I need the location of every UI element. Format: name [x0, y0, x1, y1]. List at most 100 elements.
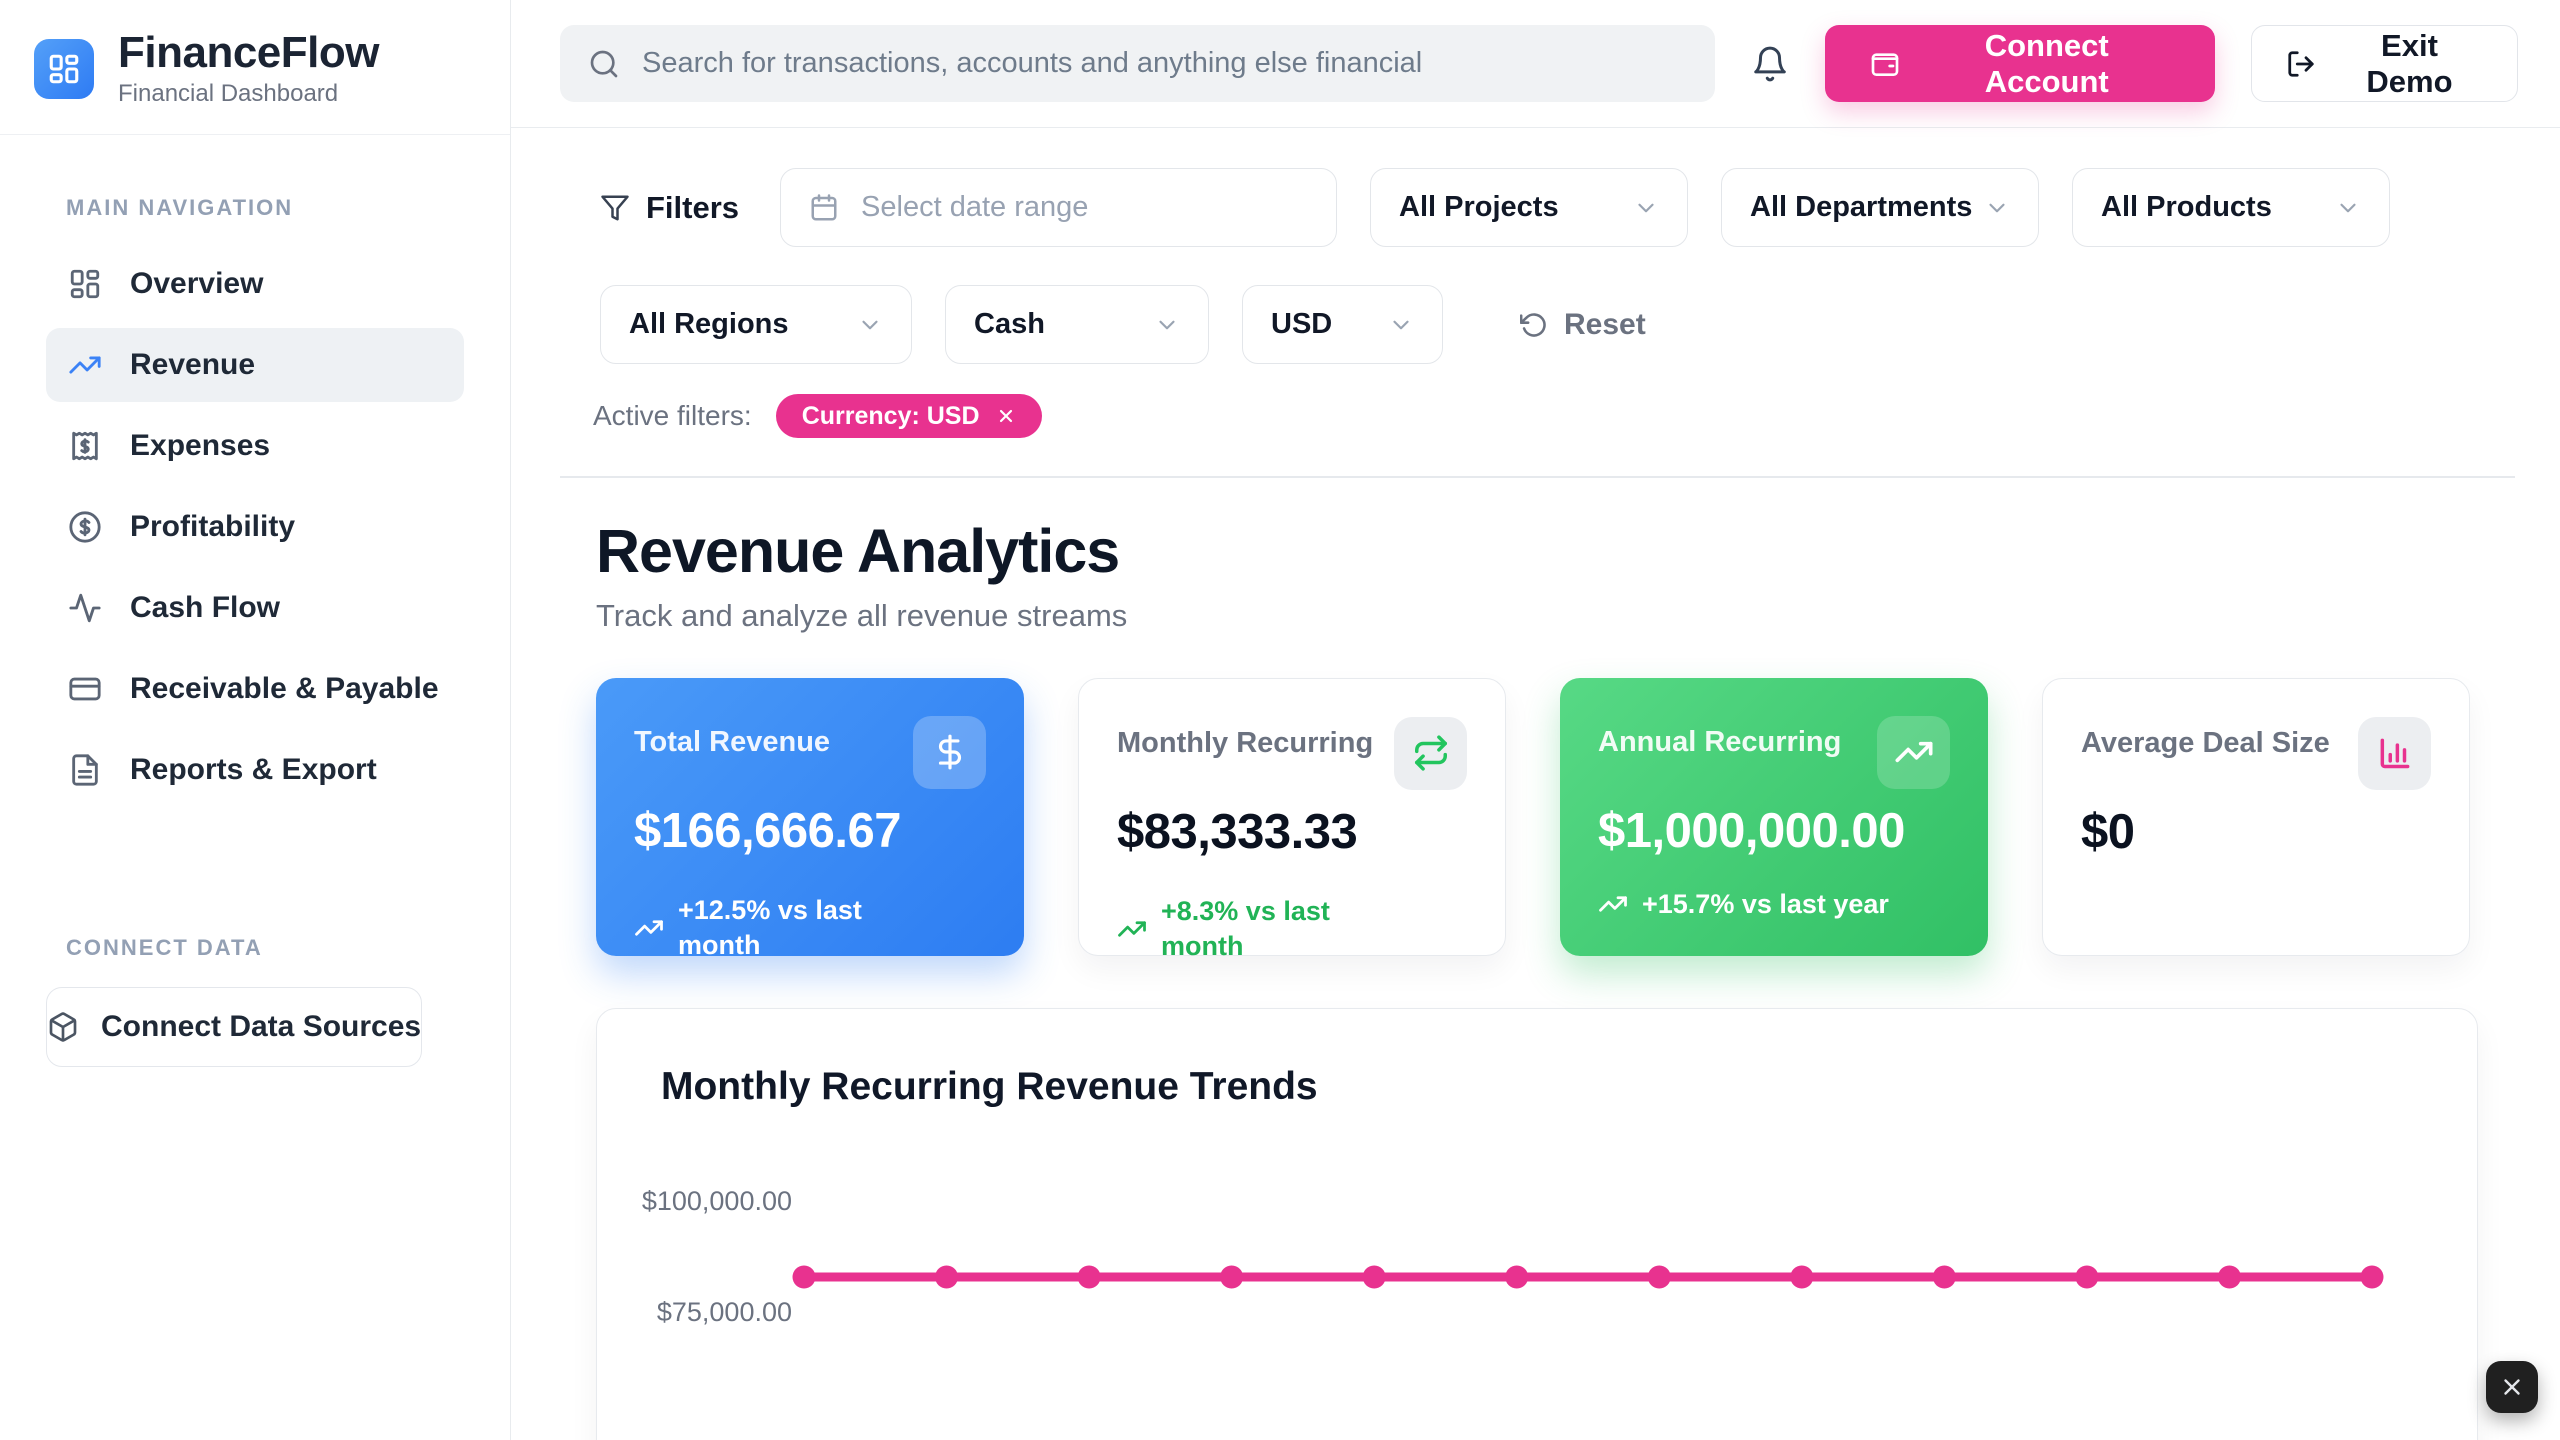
- kpi-value: $0: [2081, 804, 2431, 860]
- filters-title-label: Filters: [646, 190, 739, 226]
- currency-dropdown-value: USD: [1271, 308, 1332, 341]
- kpi-value: $1,000,000.00: [1598, 803, 1950, 859]
- date-range-placeholder: Select date range: [861, 191, 1088, 224]
- receipt-icon: [68, 429, 102, 463]
- main-navigation: MAIN NAVIGATION Overview Revenue Expense…: [0, 135, 510, 1067]
- mrr-line-chart: [597, 1009, 2479, 1440]
- repeat-icon: [1394, 717, 1467, 790]
- products-dropdown-value: All Products: [2101, 191, 2272, 224]
- trending-up-icon: [1877, 716, 1950, 789]
- kpi-delta: +12.5% vs last month: [634, 893, 986, 963]
- connect-account-button[interactable]: Connect Account: [1825, 25, 2215, 102]
- brand: FinanceFlow Financial Dashboard: [0, 0, 510, 135]
- sidebar: FinanceFlow Financial Dashboard MAIN NAV…: [0, 0, 511, 1440]
- rotate-ccw-icon: [1520, 311, 1548, 339]
- wallet-icon: [1869, 48, 1901, 80]
- page-subtitle: Track and analyze all revenue streams: [596, 598, 2515, 634]
- search-icon: [588, 48, 620, 80]
- brand-text: FinanceFlow Financial Dashboard: [118, 30, 379, 108]
- kpi-card-monthly-recurring: Monthly Recurring $83,333.33 +8.3% vs la…: [1078, 678, 1506, 956]
- trending-up-icon: [68, 348, 102, 382]
- kpi-label: Monthly Recurring: [1117, 717, 1373, 760]
- trending-up-icon: [1117, 914, 1147, 944]
- active-filter-chip-currency[interactable]: Currency: USD: [776, 394, 1042, 438]
- sidebar-item-label: Receivable & Payable: [130, 672, 439, 706]
- filters-row-2: All Regions Cash USD Reset: [560, 285, 2515, 364]
- remove-filter-x-icon[interactable]: [996, 406, 1016, 426]
- close-overlay-button[interactable]: [2486, 1361, 2538, 1413]
- sidebar-item-label: Overview: [130, 267, 263, 301]
- activity-icon: [68, 591, 102, 625]
- page-title: Revenue Analytics: [596, 516, 2515, 586]
- mrr-trends-chart-card: Monthly Recurring Revenue Trends $100,00…: [596, 1008, 2478, 1440]
- chevron-down-icon: [1388, 312, 1414, 338]
- connect-account-label: Connect Account: [1923, 28, 2171, 100]
- payment-method-value: Cash: [974, 308, 1045, 341]
- calendar-icon: [809, 193, 839, 223]
- products-dropdown[interactable]: All Products: [2072, 168, 2390, 247]
- active-filters-row: Active filters: Currency: USD: [593, 394, 2515, 438]
- main-area: Connect Account Exit Demo Filters Select…: [511, 0, 2560, 1440]
- projects-dropdown-value: All Projects: [1399, 191, 1559, 224]
- filters-title: Filters: [600, 190, 739, 226]
- filter-funnel-icon: [600, 193, 630, 223]
- search-input[interactable]: [642, 47, 1687, 80]
- dollar-icon: [913, 716, 986, 789]
- exit-demo-label: Exit Demo: [2336, 28, 2483, 100]
- exit-demo-button[interactable]: Exit Demo: [2251, 25, 2518, 102]
- regions-dropdown[interactable]: All Regions: [600, 285, 912, 364]
- reset-filters-button[interactable]: Reset: [1520, 308, 1646, 342]
- kpi-value: $166,666.67: [634, 803, 986, 859]
- kpi-card-average-deal-size: Average Deal Size $0: [2042, 678, 2470, 956]
- sidebar-item-receivable-payable[interactable]: Receivable & Payable: [46, 652, 464, 726]
- sidebar-item-label: Expenses: [130, 429, 270, 463]
- circle-dollar-icon: [68, 510, 102, 544]
- trending-up-icon: [1598, 889, 1628, 919]
- chevron-down-icon: [857, 312, 883, 338]
- dashboard-icon: [68, 267, 102, 301]
- chevron-down-icon: [1984, 195, 2010, 221]
- bar-chart-icon: [2358, 717, 2431, 790]
- payment-method-dropdown[interactable]: Cash: [945, 285, 1209, 364]
- departments-dropdown[interactable]: All Departments: [1721, 168, 2039, 247]
- close-icon: [2499, 1374, 2525, 1400]
- page-heading: Revenue Analytics Track and analyze all …: [596, 516, 2515, 634]
- file-text-icon: [68, 753, 102, 787]
- connect-data-heading: CONNECT DATA: [66, 935, 464, 961]
- kpi-delta: +8.3% vs last month: [1117, 894, 1467, 964]
- active-filters-label: Active filters:: [593, 400, 752, 432]
- connect-data-sources-button[interactable]: Connect Data Sources: [46, 987, 422, 1067]
- search-bar[interactable]: [560, 25, 1715, 102]
- connect-data-section: CONNECT DATA Connect Data Sources: [46, 935, 464, 1067]
- kpi-label: Average Deal Size: [2081, 717, 2330, 760]
- brand-name: FinanceFlow: [118, 30, 379, 76]
- sidebar-item-profitability[interactable]: Profitability: [46, 490, 464, 564]
- kpi-value: $83,333.33: [1117, 804, 1467, 860]
- sidebar-item-cash-flow[interactable]: Cash Flow: [46, 571, 464, 645]
- notification-bell-icon[interactable]: [1751, 45, 1789, 83]
- sidebar-item-expenses[interactable]: Expenses: [46, 409, 464, 483]
- topbar: Connect Account Exit Demo: [511, 0, 2560, 128]
- kpi-label: Annual Recurring: [1598, 716, 1841, 759]
- sidebar-item-overview[interactable]: Overview: [46, 247, 464, 321]
- connect-data-sources-label: Connect Data Sources: [101, 1010, 421, 1044]
- currency-dropdown[interactable]: USD: [1242, 285, 1443, 364]
- trending-up-icon: [634, 913, 664, 943]
- kpi-delta-text: +12.5% vs last month: [678, 893, 918, 963]
- date-range-input[interactable]: Select date range: [780, 168, 1337, 247]
- departments-dropdown-value: All Departments: [1750, 191, 1972, 224]
- kpi-delta-text: +8.3% vs last month: [1161, 894, 1401, 964]
- kpi-delta-text: +15.7% vs last year: [1642, 889, 1889, 920]
- app-root: FinanceFlow Financial Dashboard MAIN NAV…: [0, 0, 2560, 1440]
- sidebar-item-label: Profitability: [130, 510, 295, 544]
- sidebar-item-reports-export[interactable]: Reports & Export: [46, 733, 464, 807]
- projects-dropdown[interactable]: All Projects: [1370, 168, 1688, 247]
- nav-heading: MAIN NAVIGATION: [66, 195, 464, 221]
- content: Filters Select date range All Projects A…: [511, 128, 2560, 1440]
- active-chip-label: Currency: USD: [802, 402, 980, 431]
- cube-icon: [47, 1011, 79, 1043]
- sidebar-item-revenue[interactable]: Revenue: [46, 328, 464, 402]
- chevron-down-icon: [2335, 195, 2361, 221]
- sidebar-item-label: Revenue: [130, 348, 255, 382]
- chevron-down-icon: [1154, 312, 1180, 338]
